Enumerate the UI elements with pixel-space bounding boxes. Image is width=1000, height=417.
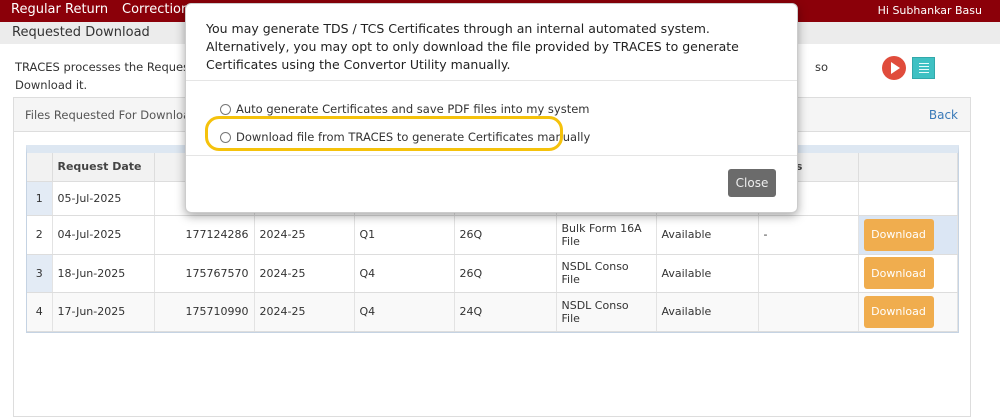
cell-idx: 2 (27, 215, 53, 255)
intro-tail: so (815, 60, 829, 74)
col-action (858, 153, 958, 182)
cell-action: Download (858, 292, 958, 332)
table-row[interactable]: 4 17-Jun-2025 175710990 2024-25 Q4 24Q NSDL Co… (27, 292, 958, 332)
cell-remarks (758, 254, 859, 293)
back-link[interactable]: Back (929, 108, 958, 122)
close-button[interactable]: Close (728, 169, 776, 197)
col-index (27, 153, 53, 182)
cell-request-date: 05-Jul-2025 (52, 181, 155, 216)
certificate-option-dialog: You may generate TDS / TCS Certificates … (185, 3, 798, 213)
option-auto-generate-label[interactable]: Auto generate Certificates and save PDF … (236, 102, 590, 116)
cell-quarter: Q1 (354, 215, 455, 255)
nav-correction[interactable]: Correction (122, 2, 189, 17)
cell-request-date: 04-Jul-2025 (52, 215, 155, 255)
nav-regular-return[interactable]: Regular Return (11, 2, 108, 17)
cell-idx: 3 (27, 254, 53, 293)
user-greeting[interactable]: Hi Subhankar Basu (878, 4, 982, 17)
cell-request-no: 177124286 (154, 215, 255, 255)
cell-remarks: - (758, 215, 859, 255)
cell-file-type: NSDL Conso File (556, 254, 657, 293)
cell-action: Download (858, 215, 958, 255)
download-button[interactable]: Download (863, 257, 934, 289)
cell-fy: 2024-25 (254, 254, 355, 293)
cell-form: 26Q (454, 254, 557, 293)
cell-remarks (758, 292, 859, 332)
cell-request-date: 17-Jun-2025 (52, 292, 155, 332)
document-icon[interactable] (912, 57, 935, 79)
cell-fy: 2024-25 (254, 292, 355, 332)
cell-request-no: 175767570 (154, 254, 255, 293)
cell-status: Available (656, 215, 759, 255)
cell-form: 24Q (454, 292, 557, 332)
download-button[interactable]: Download (863, 295, 934, 328)
col-request-date[interactable]: Request Date (52, 153, 155, 182)
download-button[interactable]: Download (863, 218, 934, 251)
cell-quarter: Q4 (354, 292, 455, 332)
cell-quarter: Q4 (354, 254, 455, 293)
cell-action (858, 181, 958, 216)
cell-fy: 2024-25 (254, 215, 355, 255)
cell-idx: 1 (27, 181, 53, 216)
table-row[interactable]: 3 18-Jun-2025 175767570 2024-25 Q4 26Q NSDL Co… (27, 254, 958, 293)
play-video-icon[interactable] (882, 56, 906, 80)
dialog-message: You may generate TDS / TCS Certificates … (186, 4, 797, 81)
panel-title: Files Requested For Download (25, 108, 198, 122)
cell-file-type: NSDL Conso File (556, 292, 657, 332)
cell-request-no: 175710990 (154, 292, 255, 332)
radio-auto-generate[interactable] (220, 103, 231, 115)
cell-idx: 4 (27, 292, 53, 332)
cell-action: Download (858, 254, 958, 293)
table-row[interactable]: 2 04-Jul-2025 177124286 2024-25 Q1 26Q Bulk Fo… (27, 215, 958, 255)
cell-file-type: Bulk Form 16A File (556, 215, 657, 255)
cell-status: Available (656, 254, 759, 293)
highlight-annotation (205, 116, 563, 151)
cell-request-date: 18-Jun-2025 (52, 254, 155, 293)
cell-status: Available (656, 292, 759, 332)
cell-form: 26Q (454, 215, 557, 255)
